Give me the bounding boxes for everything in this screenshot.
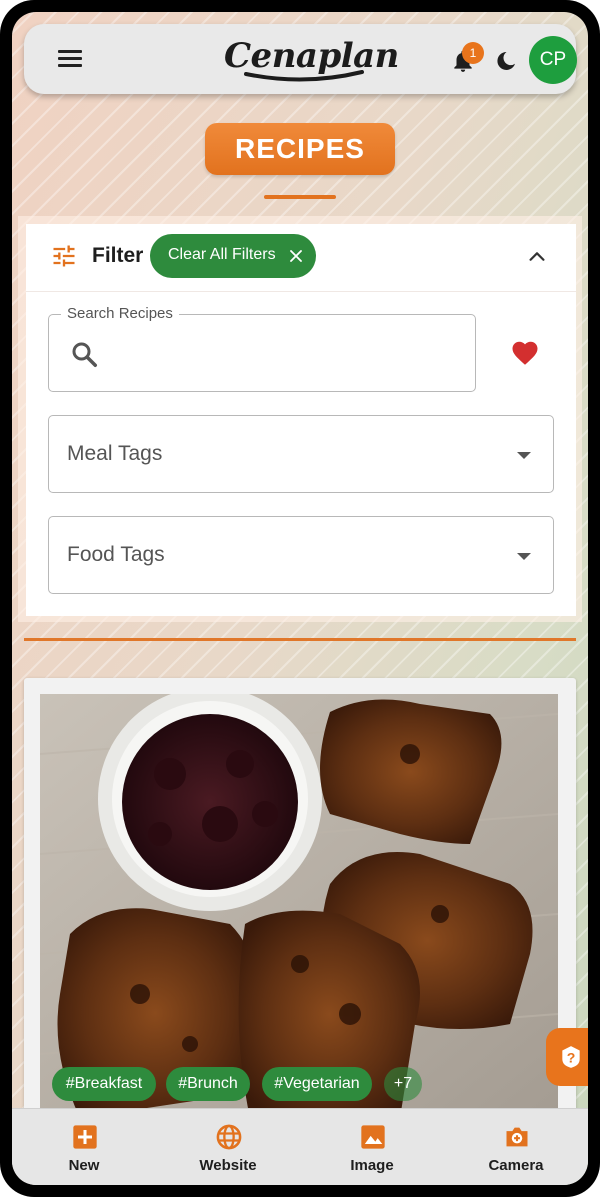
nav-camera-button[interactable]: Camera: [466, 1109, 566, 1185]
nav-image-button[interactable]: Image: [322, 1109, 422, 1185]
meal-tags-select[interactable]: Meal Tags: [48, 415, 554, 493]
tag-chip[interactable]: #Brunch: [166, 1067, 250, 1101]
camera-icon: [506, 1127, 528, 1147]
notification-badge: 1: [462, 42, 484, 64]
tune-sliders-icon: [53, 245, 75, 267]
device-frame: Cenaplan 1 CP RECIPES Filter Clear All F…: [0, 0, 600, 1197]
meal-tags-label: Meal Tags: [67, 442, 163, 465]
nav-website-label: Website: [199, 1157, 257, 1174]
section-divider: [24, 638, 576, 641]
chevron-up-icon[interactable]: [526, 246, 548, 268]
dropdown-arrow-icon: [517, 553, 531, 560]
nav-new-button[interactable]: New: [34, 1109, 134, 1185]
more-tags-chip[interactable]: +7: [384, 1067, 422, 1101]
logo-swoosh: [244, 70, 364, 82]
nav-camera-label: Camera: [488, 1157, 544, 1174]
filter-header[interactable]: Filter Clear All Filters: [26, 224, 576, 292]
page-title: RECIPES: [205, 123, 395, 175]
filter-card: Filter Clear All Filters Search Recipes …: [26, 224, 576, 616]
favorites-heart-icon[interactable]: [510, 338, 540, 368]
tag-chip[interactable]: #Vegetarian: [262, 1067, 372, 1101]
food-tags-label: Food Tags: [67, 543, 165, 566]
title-underline: [264, 195, 336, 199]
clear-all-filters-label: Clear All Filters: [168, 246, 276, 263]
search-recipes-label: Search Recipes: [61, 305, 179, 322]
recipe-image[interactable]: [40, 694, 558, 1118]
top-app-bar: Cenaplan 1 CP: [24, 24, 577, 94]
tag-chip[interactable]: #Breakfast: [52, 1067, 156, 1101]
app-screen: Cenaplan 1 CP RECIPES Filter Clear All F…: [12, 12, 588, 1185]
dropdown-arrow-icon: [517, 452, 531, 459]
clear-all-filters-button[interactable]: Clear All Filters: [150, 234, 316, 278]
nav-new-label: New: [68, 1157, 100, 1174]
svg-text:?: ?: [567, 1049, 576, 1065]
image-icon: [361, 1125, 385, 1149]
close-icon[interactable]: [288, 248, 304, 264]
bottom-navigation: New Website Image Camera: [12, 1108, 588, 1185]
globe-icon: [216, 1124, 242, 1150]
brand-logo[interactable]: Cenaplan: [224, 36, 399, 84]
menu-icon[interactable]: [58, 50, 82, 68]
avatar[interactable]: CP: [529, 36, 577, 84]
help-icon: ?: [562, 1046, 580, 1068]
search-recipes-input[interactable]: Search Recipes: [48, 305, 476, 392]
filter-label: Filter: [92, 244, 144, 267]
food-tags-select[interactable]: Food Tags: [48, 516, 554, 594]
nav-image-label: Image: [350, 1157, 394, 1174]
nav-website-button[interactable]: Website: [178, 1109, 278, 1185]
dark-mode-moon-icon[interactable]: [494, 49, 518, 73]
search-icon: [72, 342, 97, 367]
add-box-icon: [73, 1125, 97, 1149]
help-button[interactable]: ?: [546, 1028, 588, 1086]
